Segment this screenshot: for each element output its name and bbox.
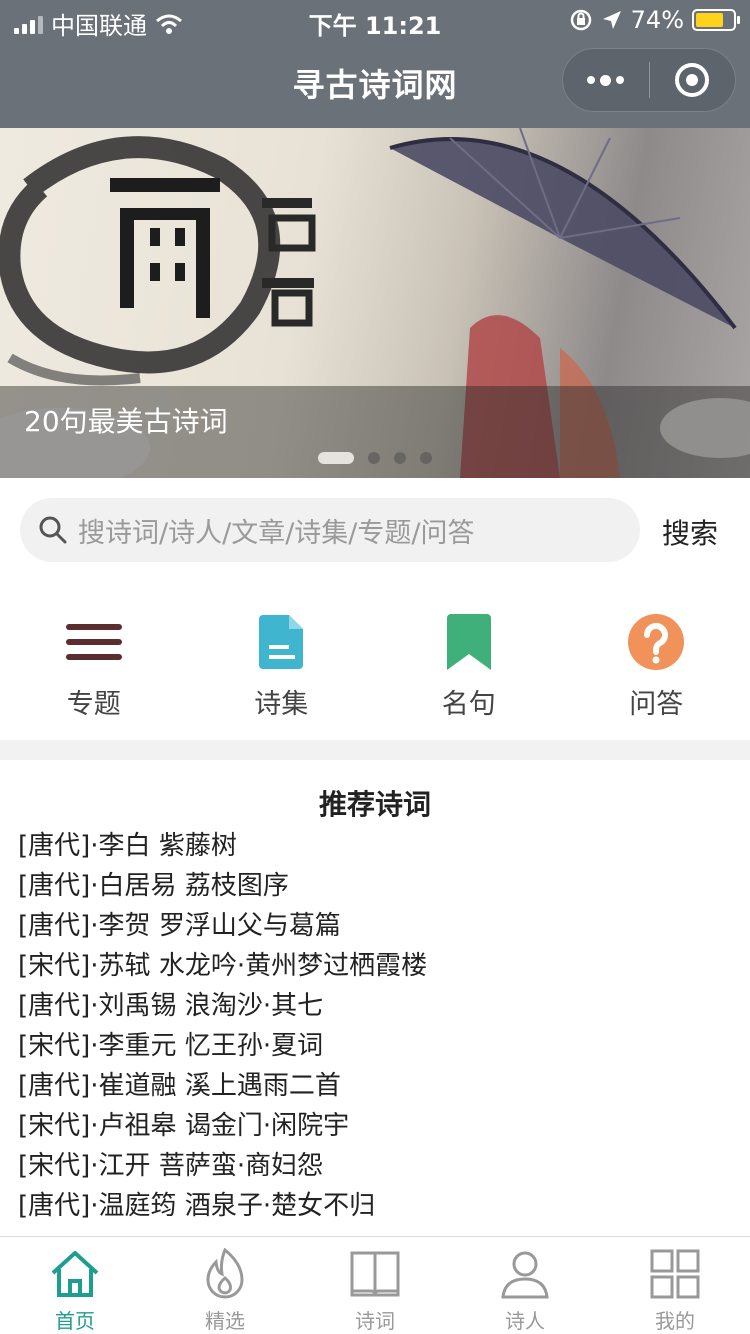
section-divider [0, 740, 750, 760]
app-root: 中国联通 下午 11:21 74% 寻古诗词网 20句最美古诗词 搜诗词/诗人/… [0, 0, 750, 1334]
menu-label: 专题 [66, 689, 121, 720]
status-bar: 中国联通 下午 11:21 74% [0, 0, 750, 40]
search-icon [39, 516, 67, 544]
more-dots-icon [587, 74, 625, 86]
poem-list-item[interactable]: [唐代]·白居易 荔枝图序 [18, 866, 738, 906]
tab-label: 诗人 [505, 1309, 545, 1333]
book-icon [348, 1247, 402, 1301]
grid-icon [648, 1247, 702, 1301]
tab-poems[interactable]: 诗词 [300, 1237, 450, 1334]
tab-poets[interactable]: 诗人 [450, 1237, 600, 1334]
carousel-dot[interactable] [368, 452, 380, 464]
miniapp-capsule [562, 48, 736, 112]
nav-bar: 寻古诗词网 [0, 40, 750, 128]
poem-list-item[interactable]: [唐代]·崔道融 溪上遇雨二首 [18, 1066, 738, 1106]
battery-icon [692, 9, 740, 31]
carousel-dot[interactable] [420, 452, 432, 464]
close-button[interactable] [650, 49, 736, 111]
banner-carousel[interactable]: 20句最美古诗词 [0, 128, 750, 478]
list-icon [62, 612, 126, 672]
poem-list-item[interactable]: [唐代]·温庭筠 酒泉子·楚女不归 [18, 1186, 738, 1226]
tab-label: 首页 [55, 1309, 95, 1333]
poem-list-item[interactable]: [唐代]·李白 紫藤树 [18, 826, 738, 866]
tab-bar: 首页 精选 诗词 诗人 我的 [0, 1236, 750, 1334]
poem-list-item[interactable]: [宋代]·江开 菩萨蛮·商妇怨 [18, 1146, 738, 1186]
more-button[interactable] [563, 49, 649, 111]
tab-home[interactable]: 首页 [0, 1237, 150, 1334]
menu-label: 问答 [629, 689, 684, 720]
status-right: 74% [569, 6, 740, 34]
document-icon [249, 612, 313, 672]
location-icon [602, 11, 621, 29]
menu-label: 名句 [441, 689, 496, 720]
target-close-icon [675, 63, 710, 97]
person-icon [498, 1247, 552, 1301]
tab-mine[interactable]: 我的 [600, 1237, 750, 1334]
carousel-dot[interactable] [318, 452, 354, 464]
poem-list-item[interactable]: [宋代]·卢祖皋 谒金门·闲院宇 [18, 1106, 738, 1146]
menu-item-collections[interactable]: 诗集 [188, 612, 376, 722]
menu-item-qa[interactable]: 问答 [563, 612, 750, 722]
menu-item-quotes[interactable]: 名句 [375, 612, 563, 722]
bookmark-icon [437, 612, 501, 672]
flame-icon [198, 1247, 252, 1301]
banner-caption-bar: 20句最美古诗词 [0, 386, 750, 478]
search-input[interactable]: 搜诗词/诗人/文章/诗集/专题/问答 [20, 498, 640, 562]
banner-caption: 20句最美古诗词 [24, 405, 228, 438]
poem-list-item[interactable]: [宋代]·苏轼 水龙吟·黄州梦过栖霞楼 [18, 946, 738, 986]
poem-list-item[interactable]: [宋代]·李重元 忆王孙·夏词 [18, 1026, 738, 1066]
poem-list-item[interactable]: [唐代]·李贺 罗浮山父与葛篇 [18, 906, 738, 946]
tab-label: 我的 [655, 1309, 695, 1333]
search-placeholder: 搜诗词/诗人/文章/诗集/专题/问答 [78, 517, 475, 549]
search-button[interactable]: 搜索 [662, 512, 718, 552]
poem-list-item[interactable]: [唐代]·刘禹锡 浪淘沙·其七 [18, 986, 738, 1026]
menu-item-topics[interactable]: 专题 [0, 612, 188, 722]
carousel-indicators [318, 452, 432, 464]
tab-featured[interactable]: 精选 [150, 1237, 300, 1334]
menu-label: 诗集 [254, 689, 309, 720]
section-title: 推荐诗词 [318, 788, 431, 821]
orientation-lock-icon [570, 9, 591, 31]
question-icon [624, 612, 688, 672]
carousel-dot[interactable] [394, 452, 406, 464]
poem-list: [唐代]·李白 紫藤树 [唐代]·白居易 荔枝图序 [唐代]·李贺 罗浮山父与葛篇[… [18, 826, 738, 1226]
home-icon [48, 1247, 102, 1301]
quick-menu: 专题 诗集 名句 问答 [0, 612, 750, 722]
tab-label: 诗词 [355, 1309, 395, 1333]
tab-label: 精选 [205, 1309, 245, 1333]
battery-percent: 74% [630, 6, 684, 34]
